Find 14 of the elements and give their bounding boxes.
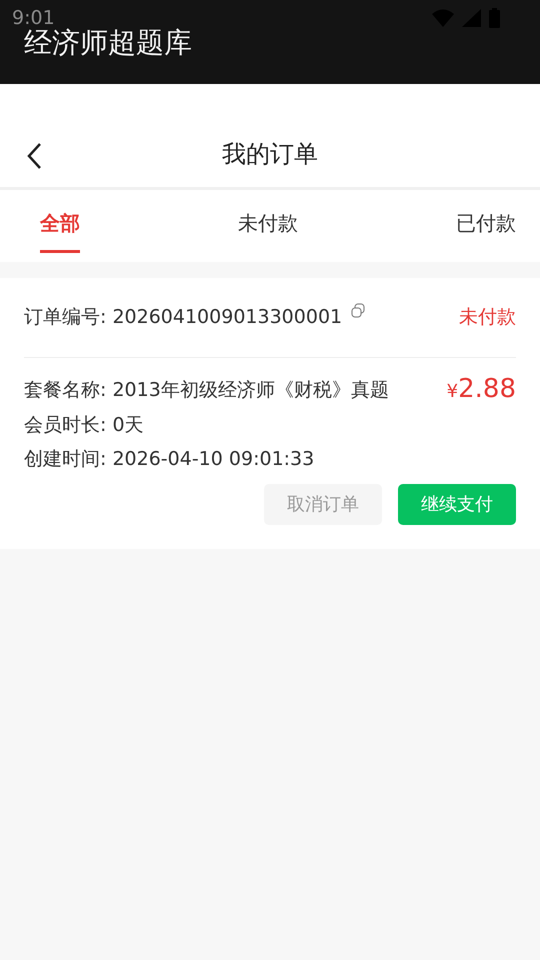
order-status: 未付款 bbox=[459, 305, 516, 330]
page-title: 我的订单 bbox=[222, 139, 318, 170]
tab[interactable]: 全部 bbox=[40, 194, 80, 253]
package-name: 套餐名称: 2013年初级经济师《财税》真题 bbox=[24, 378, 389, 403]
cancel-order-button[interactable]: 取消订单 bbox=[264, 484, 382, 524]
membership-duration: 会员时长: 0天 bbox=[24, 412, 145, 438]
tab[interactable]: 未付款 bbox=[238, 194, 298, 250]
created-time: 创建时间: 2026-04-10 09:01:33 bbox=[24, 447, 316, 472]
order-number: 订单编号: 2026041009013300001 bbox=[24, 305, 342, 330]
continue-pay-button[interactable]: 继续支付 bbox=[398, 484, 516, 524]
back-icon[interactable] bbox=[26, 142, 42, 170]
tab[interactable]: 已付款 bbox=[456, 194, 516, 250]
copy-icon[interactable] bbox=[350, 303, 366, 320]
price: ¥2.88 bbox=[446, 376, 516, 406]
